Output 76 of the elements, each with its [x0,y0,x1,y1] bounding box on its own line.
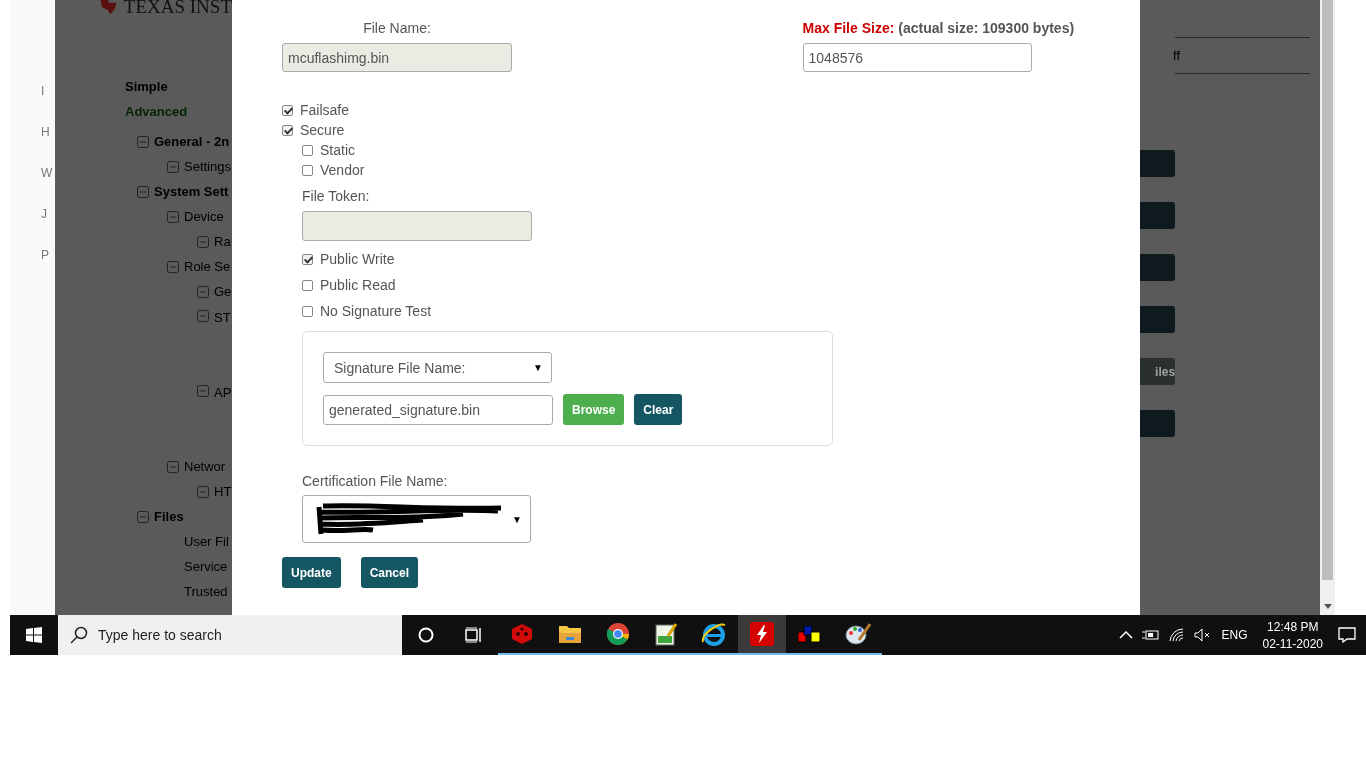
clock[interactable]: 12:48 PM 02-11-2020 [1262,619,1323,651]
checkbox-label: Public Write [320,251,395,267]
update-button[interactable]: Update [282,557,341,588]
palette-icon[interactable] [845,622,871,646]
field-label: Certification File Name: [302,473,449,489]
folder-icon[interactable] [558,623,582,645]
tree-item[interactable]: Role Se [184,259,231,274]
blocks-icon[interactable] [798,624,822,644]
nav-letter: H [40,125,51,141]
browser-e-icon[interactable] [701,622,727,646]
tree-item[interactable]: Ge [214,284,232,299]
field-label: File Name: [362,20,432,36]
cortana-icon[interactable] [418,627,434,643]
nav-letter: J [40,207,48,223]
checkbox-label: No Signature Test [320,303,432,319]
tree-item[interactable]: Networ [184,459,226,474]
field-text: ff [1173,48,1181,63]
windows-icon[interactable] [26,627,42,643]
chevron-up-icon[interactable] [1119,631,1134,639]
tree-item[interactable]: Service [184,559,228,574]
page-button[interactable] [1140,410,1176,437]
tree-item[interactable]: ST [214,310,231,325]
checkbox[interactable] [282,104,293,116]
search-field[interactable]: Type here to search [58,615,402,655]
checkbox[interactable] [302,164,313,176]
checkbox-label: Public Read [320,277,396,293]
clear-button[interactable]: Clear [634,394,683,425]
checkbox[interactable] [302,305,313,317]
lightning-icon[interactable] [750,622,774,646]
checkbox[interactable] [282,124,293,136]
notification-icon[interactable] [1338,627,1356,643]
tree-item[interactable]: General - 2n [154,134,230,149]
signature-select[interactable]: Signature File Name: ▼ [323,352,552,383]
checkbox[interactable] [302,144,313,156]
battery-icon[interactable] [1142,629,1161,641]
language-indicator[interactable]: ENG [1221,628,1248,642]
nav-letter: I [40,84,46,100]
field-label: Max File Size: (actual size: 109300 bytes) [802,20,1075,36]
scroll-down-icon[interactable] [1323,604,1332,609]
checkbox-label: Static [320,142,355,158]
logo-text: TEXAS INST [123,0,232,18]
mode-link[interactable]: Advanced [125,104,232,129]
nav-letter: W [40,166,54,182]
tree-item[interactable]: System Sett [154,184,229,199]
signature-file-field[interactable]: generated_signature.bin [323,394,553,425]
wifi-icon[interactable] [1169,628,1186,642]
page-button[interactable] [1140,150,1176,177]
tree-item[interactable]: User Fil [184,534,229,549]
mode-link[interactable]: Simple [125,79,232,104]
chrome-icon[interactable] [606,622,630,646]
notepad-icon[interactable] [654,622,678,646]
page-button[interactable] [1140,254,1176,281]
tree-item[interactable]: Settings [184,159,231,174]
taskbar-app[interactable] [738,615,786,655]
cancel-button[interactable]: Cancel [360,557,419,588]
max-size-field[interactable]: 1048576 [802,43,1032,72]
checkbox-label: Vendor [320,162,365,178]
checkbox[interactable] [302,279,313,291]
checkbox-label: Failsafe [300,102,350,118]
tree-item[interactable]: Ra [214,234,231,249]
task-view-icon[interactable] [465,627,483,643]
tree-item[interactable]: Files [154,509,184,524]
cube-icon[interactable] [510,622,534,646]
page-button[interactable] [1140,202,1176,229]
tree-item[interactable]: Trusted [184,584,228,599]
checkbox-label: Secure [300,122,345,138]
search-icon [70,626,88,644]
checkbox[interactable] [302,253,313,265]
page-button[interactable] [1140,306,1176,333]
certification-select[interactable]: ▼ [302,495,531,543]
tree-item[interactable]: Device [184,209,224,224]
tree-item[interactable]: HT [214,484,232,499]
nav-letter: P [40,248,50,264]
browse-button[interactable]: Browse [563,394,625,425]
field-label: File Token: [302,188,371,204]
tree-item[interactable]: AP [214,385,232,400]
